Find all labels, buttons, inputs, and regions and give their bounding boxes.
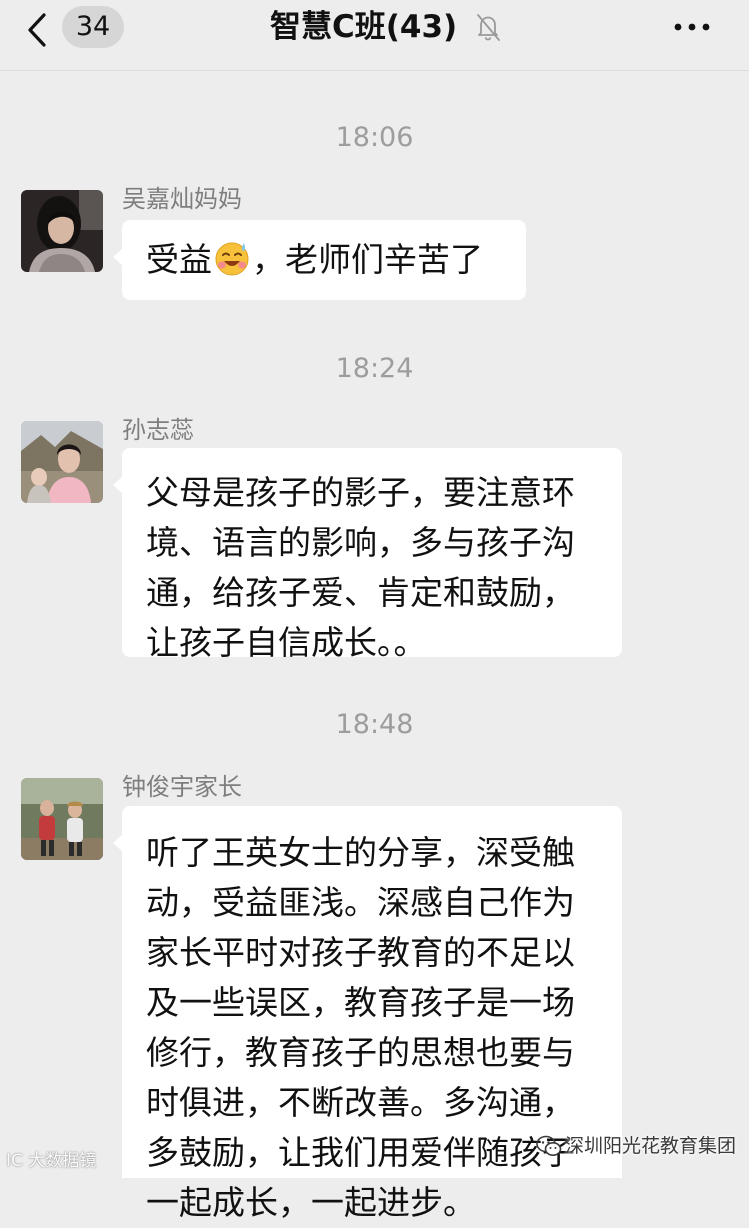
watermark-right: 深圳阳光花教育集团 [536, 1130, 742, 1164]
timestamp: 18:24 [335, 353, 414, 384]
back-button[interactable] [24, 12, 54, 48]
message-line: 动，受益匪浅。深感自己作为 [146, 883, 575, 922]
message-text-part: 受益 [146, 240, 212, 279]
message-line: 父母是孩子的影子，要注意环 [146, 473, 575, 512]
message-bubble[interactable]: 受益 ，老师们辛苦了 [113, 220, 526, 300]
message-line: 及一些误区，教育孩子是一场 [146, 983, 575, 1022]
message-bubble[interactable]: 听了王英女士的分享，深受触 动，受益匪浅。深感自己作为 家长平时对孩子教育的不足以及… [113, 806, 622, 1222]
message-text-part: ，老师们辛苦了 [252, 240, 483, 279]
more-options-button[interactable] [668, 10, 716, 44]
grinning-sweat-face-emoji [215, 242, 249, 276]
watermark-left: IC 大数据镜 [6, 1151, 97, 1171]
bell-slash-icon [474, 12, 502, 42]
avatar[interactable] [21, 190, 103, 272]
avatar[interactable] [21, 778, 103, 860]
watermark-right-text: 深圳阳光花教育集团 [565, 1135, 737, 1157]
message-text: 听了王英女士的分享，深受触 动，受益匪浅。深感自己作为 家长平时对孩子教育的不足以及… [146, 828, 575, 1228]
message-line: 家长平时对孩子教育的不足以 [146, 933, 575, 972]
chat-title: 智慧C班(43) [270, 9, 458, 45]
message-text: 父母是孩子的影子，要注意环 境、语言的影响，多与孩子沟 通，给孩子爱、肯定和鼓励， 让… [146, 468, 575, 668]
message-line: 时俱进，不断改善。多沟通， [146, 1083, 575, 1122]
message-line: 境、语言的影响，多与孩子沟 [146, 523, 575, 562]
sender-name: 吴嘉灿妈妈 [122, 185, 242, 213]
avatar-photo-icon [21, 190, 103, 272]
message-line: 多鼓励，让我们用爱伴随孩子 [146, 1133, 575, 1172]
sender-name: 孙志蕊 [122, 416, 194, 444]
message-line: 听了王英女士的分享，深受触 [146, 833, 575, 872]
avatar-photo-icon [21, 778, 103, 860]
message-line: 让孩子自信成长。。 [146, 623, 427, 662]
sender-name: 钟俊宇家长 [122, 773, 242, 801]
unread-count-badge[interactable]: 34 [62, 6, 124, 48]
more-dots-icon [674, 23, 710, 31]
message-text: 受益 ，老师们辛苦了 [146, 235, 483, 285]
timestamp: 18:48 [335, 709, 414, 740]
avatar[interactable] [21, 421, 103, 503]
message-line: 通，给孩子爱、肯定和鼓励， [146, 573, 575, 612]
chat-header: 34 智慧C班(43) [0, 0, 749, 71]
message-line: 修行，教育孩子的思想也要与 [146, 1033, 575, 1072]
chevron-left-icon [28, 13, 46, 47]
message-line: 一起成长，一起进步。 [146, 1183, 476, 1222]
timestamp: 18:06 [335, 122, 414, 153]
avatar-photo-icon [21, 421, 103, 503]
wechat-logo-icon [536, 1135, 562, 1156]
message-bubble[interactable]: 父母是孩子的影子，要注意环 境、语言的影响，多与孩子沟 通，给孩子爱、肯定和鼓励， 让… [113, 448, 622, 662]
